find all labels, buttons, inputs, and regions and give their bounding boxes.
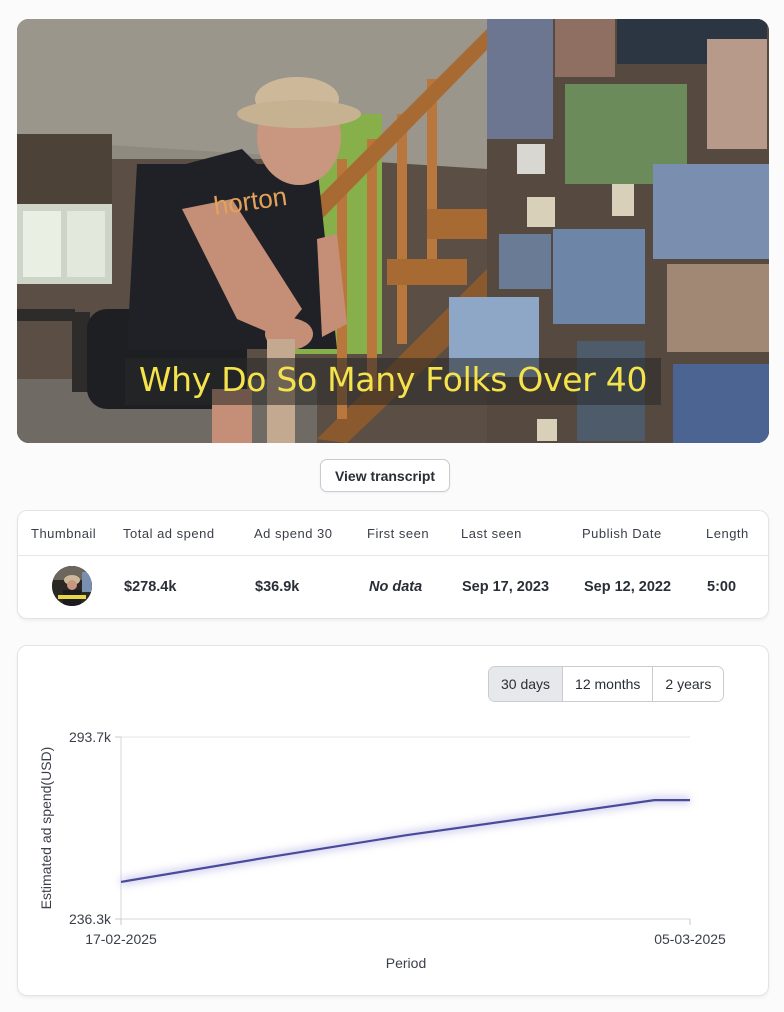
table-header-row: Thumbnail Total ad spend Ad spend 30 Fir… xyxy=(18,511,768,556)
header-last-seen: Last seen xyxy=(461,526,522,541)
cell-publish-date: Sep 12, 2022 xyxy=(584,579,672,595)
video-caption: Why Do So Many Folks Over 40 xyxy=(17,358,769,405)
header-total-ad-spend: Total ad spend xyxy=(123,526,215,541)
line-chart: 293.7k 236.3k 17-02-2025 05-03-2025 Peri… xyxy=(38,729,726,971)
video-caption-text: Why Do So Many Folks Over 40 xyxy=(124,358,662,405)
cell-first-seen: No data xyxy=(369,579,423,595)
header-thumbnail: Thumbnail xyxy=(31,526,97,541)
cell-ad-spend-30: $36.9k xyxy=(255,579,300,595)
header-publish-date: Publish Date xyxy=(582,526,662,541)
header-ad-spend-30: Ad spend 30 xyxy=(254,526,333,541)
series-line-glow xyxy=(120,796,690,886)
cell-last-seen: Sep 17, 2023 xyxy=(462,579,550,595)
header-length: Length xyxy=(706,526,749,541)
y-tick-label-min: 236.3k xyxy=(69,911,112,927)
y-axis-title: Estimated ad spend(USD) xyxy=(38,747,54,910)
y-tick-label-max: 293.7k xyxy=(69,729,112,745)
video-player[interactable]: horton Why Do So Many Folks Over 40 xyxy=(17,19,769,443)
x-tick-label-end: 05-03-2025 xyxy=(654,931,726,947)
x-axis-title: Period xyxy=(386,955,426,971)
video-thumbnail[interactable] xyxy=(52,566,92,606)
cell-length: 5:00 xyxy=(707,579,737,595)
thumbnail-image xyxy=(52,566,92,606)
ad-spend-chart-card: 30 days 12 months 2 years 293.7k 236.3k … xyxy=(17,645,769,996)
view-transcript-button[interactable]: View transcript xyxy=(320,459,450,492)
cell-total-ad-spend: $278.4k xyxy=(124,579,177,595)
header-first-seen: First seen xyxy=(367,526,430,541)
x-tick-label-start: 17-02-2025 xyxy=(85,931,157,947)
ad-stats-table: Thumbnail Total ad spend Ad spend 30 Fir… xyxy=(17,510,769,619)
